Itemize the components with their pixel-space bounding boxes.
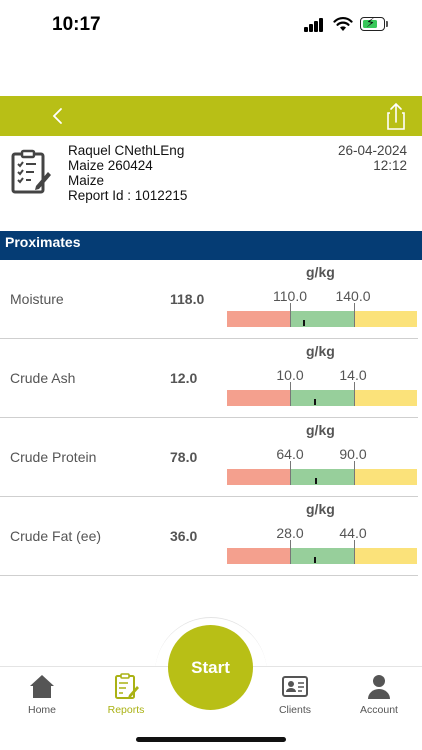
nutrient-name: Moisture [10,291,64,307]
range-scale [227,540,417,564]
tab-reports[interactable]: Reports [86,672,166,716]
wifi-icon [333,17,353,31]
high-zone [354,390,417,406]
value-marker [303,320,306,326]
report-icon [11,149,51,194]
nutrient-name: Crude Protein [10,449,97,465]
status-time: 10:17 [52,14,101,35]
signal-icon [304,18,324,32]
client-name: Raquel CNethLEng [68,143,185,158]
tab-label: Home [27,704,56,716]
low-zone [227,548,290,564]
high-tick [354,461,355,485]
nutrient-value: 36.0 [170,528,198,544]
ok-zone [290,469,354,485]
low-tick [290,303,291,327]
battery-icon: ⚡ [360,16,385,31]
low-tick [290,382,291,406]
range-high: 44.0 [339,525,367,541]
ok-zone [290,390,354,406]
range-scale [227,461,417,485]
tab-home[interactable]: Home [2,672,82,716]
range-low: 110.0 [273,288,307,304]
battery-cap [386,21,388,27]
nav-bar [0,96,422,136]
unit-label: g/kg [306,264,335,280]
clients-icon [282,676,308,697]
back-icon[interactable] [44,100,74,132]
report-time: 12:12 [373,158,407,173]
high-zone [354,469,417,485]
nutrient-row-crude-protein[interactable]: g/kg Crude Protein 78.0 64.0 90.0 [0,418,418,497]
ok-zone [290,311,354,327]
tab-label: Reports [107,704,145,716]
low-zone [227,390,290,406]
nutrient-value: 78.0 [170,449,198,465]
start-button[interactable]: Start [168,625,253,710]
nutrient-row-crude-ash[interactable]: g/kg Crude Ash 12.0 10.0 14.0 [0,339,418,418]
range-scale [227,382,417,406]
value-marker [313,399,316,405]
report-date: 26-04-2024 [337,143,407,158]
report-icon [115,673,139,699]
high-tick [354,303,355,327]
high-zone [354,548,417,564]
report-datetime: 26-04-2024 12:12 [338,143,407,173]
range-high: 140.0 [335,288,371,304]
value-marker [314,478,317,484]
range-low: 28.0 [276,525,304,541]
high-tick [354,382,355,406]
range-high: 90.0 [339,446,367,462]
report-info: Raquel CNethLEng Maize 260424 Maize Repo… [68,143,187,203]
tab-label: Account [360,704,398,716]
range-low: 10.0 [276,367,304,383]
home-indicator [136,737,286,742]
low-tick [290,461,291,485]
low-zone [227,469,290,485]
nutrient-value: 118.0 [170,291,205,307]
nutrient-name: Crude Fat (ee) [10,528,102,544]
range-low: 64.0 [276,446,304,462]
nutrient-row-crude-fat[interactable]: g/kg Crude Fat (ee) 36.0 28.0 44.0 [0,497,418,576]
sample-name: Maize 260424 [68,158,153,173]
tab-label: Clients [278,704,312,716]
high-zone [354,311,417,327]
tab-account[interactable]: Account [339,672,419,716]
tab-clients[interactable]: Clients [255,672,335,716]
account-icon [368,675,390,699]
unit-label: g/kg [306,422,335,438]
ok-zone [290,548,354,564]
report-id: Report Id : 1012215 [68,188,188,203]
value-marker [313,557,316,563]
range-scale [227,303,417,327]
low-zone [227,311,290,327]
share-icon[interactable] [381,100,411,132]
unit-label: g/kg [306,343,335,359]
low-tick [290,540,291,564]
crop-name: Maize [68,173,105,188]
nutrient-value: 12.0 [170,370,198,386]
status-bar: 10:17 ⚡ [0,0,422,52]
nutrient-row-moisture[interactable]: g/kg Moisture 118.0 110.0 140.0 [0,260,418,339]
high-tick [354,540,355,564]
unit-label: g/kg [306,501,335,517]
section-header: Proximates [0,231,422,260]
range-high: 14.0 [339,367,367,383]
home-icon [30,675,54,698]
nutrient-name: Crude Ash [10,370,76,386]
